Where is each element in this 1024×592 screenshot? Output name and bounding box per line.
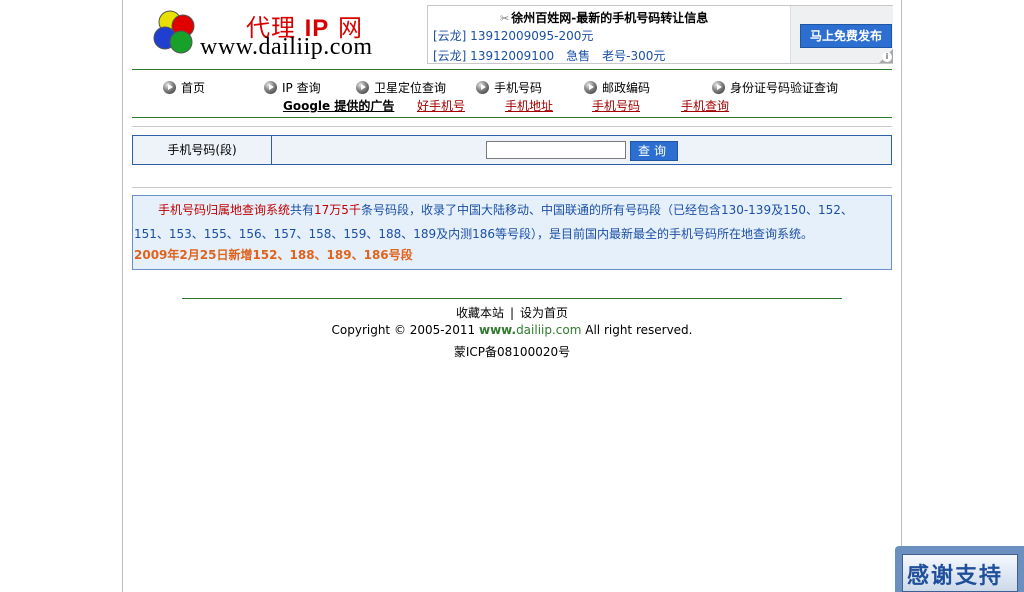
play-bullet-icon bbox=[712, 81, 725, 94]
ad-link-good-number[interactable]: 好手机号 bbox=[417, 97, 465, 114]
logo-url: www.dailiip.com bbox=[200, 34, 373, 60]
support-badge[interactable]: 感谢支持 bbox=[895, 546, 1024, 592]
query-label: 手机号码(段) bbox=[133, 136, 272, 164]
ad-info-icon[interactable]: i bbox=[882, 52, 892, 62]
footer-divider bbox=[182, 298, 842, 299]
page-frame-left bbox=[122, 0, 123, 592]
footer-links: 收藏本站 | 设为首页 bbox=[0, 304, 1024, 321]
form-top-divider bbox=[132, 126, 892, 127]
query-button[interactable]: 查询 bbox=[630, 141, 678, 161]
ad-link-phone-address[interactable]: 手机地址 bbox=[505, 97, 553, 114]
copyright-notice: Copyright © 2005-2011 www.dailiip.com Al… bbox=[331, 323, 693, 337]
ad-side-panel: 马上免费发布 i bbox=[790, 6, 893, 63]
ad-link-phone-number[interactable]: 手机号码 bbox=[592, 97, 640, 114]
update-notice: 2009年2月25日新增152、188、189、186号段 bbox=[134, 248, 413, 262]
info-panel: 手机号码归属地查询系统共有17万5千条号码段，收录了中国大陆移动、中国联通的所有… bbox=[132, 195, 892, 270]
play-bullet-icon bbox=[476, 81, 489, 94]
nav-item-satellite-location[interactable]: 卫星定位查询 bbox=[356, 79, 446, 96]
nav-item-postal-code[interactable]: 邮政编码 bbox=[584, 79, 650, 96]
nav-item-phone-number[interactable]: 手机号码 bbox=[476, 79, 542, 96]
logo-circles-icon bbox=[153, 10, 195, 54]
set-homepage-link[interactable]: 设为首页 bbox=[520, 306, 568, 320]
phone-number-input[interactable] bbox=[486, 141, 626, 159]
nav-divider bbox=[132, 117, 892, 118]
ad-banner: ✂ 徐州百姓网-最新的手机号码转让信息 [云龙] 13912009095-200元… bbox=[427, 5, 893, 64]
support-badge-label: 感谢支持 bbox=[907, 564, 1004, 589]
scissors-icon: ✂ bbox=[500, 12, 510, 25]
nav-item-home[interactable]: 首页 bbox=[163, 79, 205, 96]
google-ads-label[interactable]: Google 提供的广告 bbox=[283, 97, 394, 114]
ad-listing[interactable]: [云龙] 13912009095-200元 bbox=[433, 27, 593, 44]
play-bullet-icon bbox=[584, 81, 597, 94]
ad-title[interactable]: ✂ 徐州百姓网-最新的手机号码转让信息 bbox=[500, 9, 708, 26]
header-divider bbox=[132, 69, 892, 70]
play-bullet-icon bbox=[356, 81, 369, 94]
page-frame-right bbox=[901, 0, 902, 592]
info-description: 手机号码归属地查询系统共有17万5千条号码段，收录了中国大陆移动、中国联通的所有… bbox=[134, 203, 853, 241]
site-logo[interactable]: 代理 IP 网 www.dailiip.com bbox=[150, 6, 410, 64]
free-post-button[interactable]: 马上免费发布 bbox=[800, 24, 892, 48]
footer-separator: | bbox=[509, 306, 515, 320]
nav-item-id-card-verify[interactable]: 身份证号码验证查询 bbox=[712, 79, 838, 96]
ad-link-phone-query[interactable]: 手机查询 bbox=[681, 97, 729, 114]
form-bottom-divider bbox=[132, 187, 892, 188]
phone-query-form: 手机号码(段) 查询 bbox=[132, 135, 892, 165]
play-bullet-icon bbox=[264, 81, 277, 94]
support-badge-inner: 感谢支持 bbox=[902, 554, 1018, 592]
nav-item-ip-query[interactable]: IP 查询 bbox=[264, 79, 321, 96]
play-bullet-icon bbox=[163, 81, 176, 94]
bookmark-link[interactable]: 收藏本站 bbox=[456, 306, 504, 320]
icp-license[interactable]: 蒙ICP备08100020号 bbox=[0, 343, 1024, 360]
ad-listing[interactable]: [云龙] 13912009100 急售 老号-300元 bbox=[433, 47, 665, 64]
